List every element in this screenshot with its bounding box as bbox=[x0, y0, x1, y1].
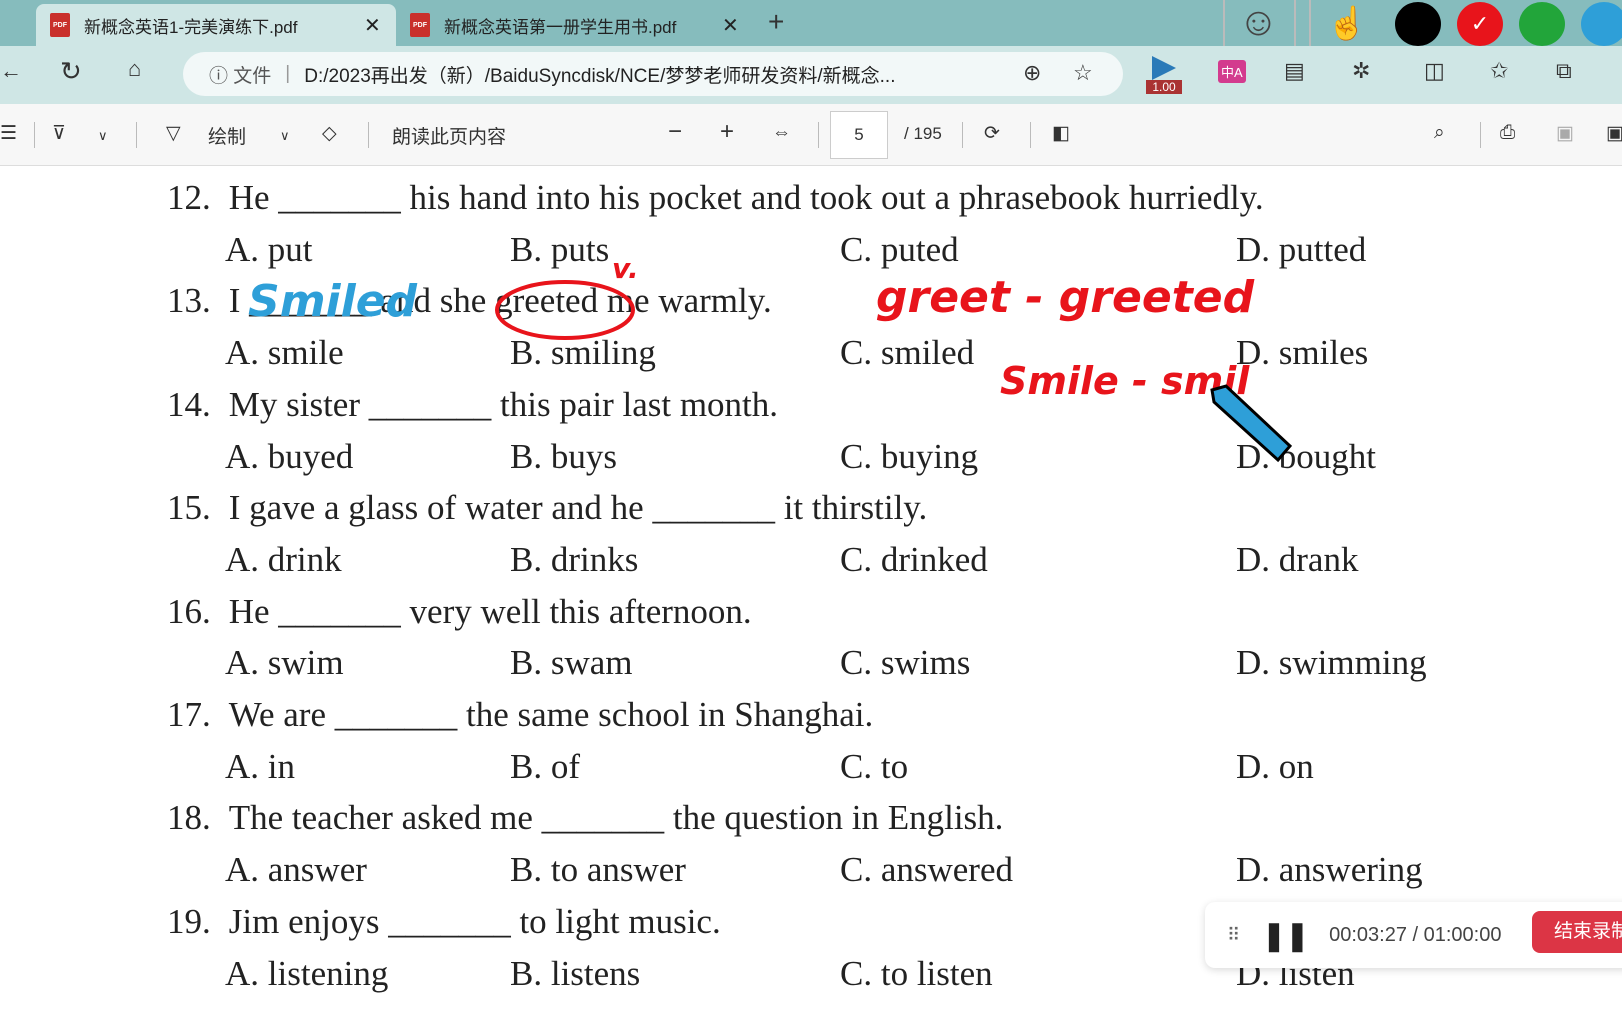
ink-annotations: Smiled v. greet - greeted Smile - smil bbox=[248, 252, 1293, 463]
annotation-v: v. bbox=[612, 252, 639, 285]
pause-icon[interactable]: ❚❚ bbox=[1262, 919, 1309, 952]
annotation-circle-greeted bbox=[495, 280, 635, 340]
recording-bar: ⠿ ❚❚ 00:03:27 / 01:00:00 结束录制 bbox=[1205, 902, 1622, 968]
recording-time: 00:03:27 / 01:00:00 bbox=[1329, 923, 1502, 946]
annotation-smiled: Smiled bbox=[248, 276, 418, 327]
drag-handle-icon[interactable]: ⠿ bbox=[1227, 925, 1240, 946]
end-recording-button[interactable]: 结束录制 bbox=[1532, 911, 1622, 953]
annotation-greet: greet - greeted bbox=[876, 272, 1255, 323]
pen-cursor-icon bbox=[1210, 384, 1293, 463]
